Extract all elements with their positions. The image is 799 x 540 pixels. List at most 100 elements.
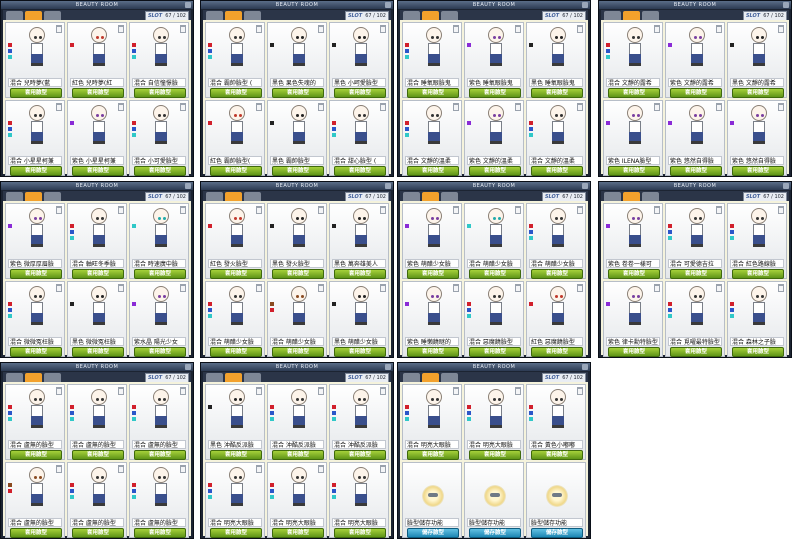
cyan-swatch[interactable] — [467, 314, 471, 318]
apply-face-button[interactable]: 套用臉型 — [469, 347, 521, 357]
red-swatch[interactable] — [730, 224, 734, 228]
apply-face-button[interactable]: 套用臉型 — [10, 166, 62, 176]
red-swatch[interactable] — [8, 121, 12, 125]
trash-icon[interactable] — [256, 387, 262, 395]
cyan-swatch[interactable] — [405, 55, 409, 59]
apply-face-button[interactable]: 套用臉型 — [334, 88, 386, 98]
cyan-swatch[interactable] — [132, 495, 136, 499]
cyan-swatch[interactable] — [730, 314, 734, 318]
apply-face-button[interactable]: 套用臉型 — [72, 269, 124, 279]
cyan-swatch[interactable] — [270, 417, 274, 421]
apply-face-button[interactable]: 套用臉型 — [72, 88, 124, 98]
apply-face-button[interactable]: 套用臉型 — [10, 450, 62, 460]
cyan-swatch[interactable] — [270, 495, 274, 499]
tab-skin[interactable] — [44, 11, 61, 20]
face-card[interactable]: 黑色 睡氧眼臉鬼 套用臉型 — [526, 22, 586, 98]
cyan-swatch[interactable] — [730, 236, 734, 240]
face-card[interactable]: 紫色 悠然自得臉 套用臉型 — [665, 100, 725, 176]
apply-face-button[interactable]: 套用臉型 — [608, 88, 660, 98]
red-swatch[interactable] — [405, 121, 409, 125]
red-swatch[interactable] — [208, 121, 212, 125]
trash-icon[interactable] — [654, 103, 660, 111]
apply-face-button[interactable]: 套用臉型 — [531, 450, 583, 460]
black-swatch[interactable] — [332, 302, 336, 306]
tab-face[interactable] — [25, 373, 42, 382]
trash-icon[interactable] — [180, 103, 186, 111]
apply-face-button[interactable]: 套用臉型 — [210, 528, 262, 538]
apply-face-button[interactable]: 套用臉型 — [72, 450, 124, 460]
purple-swatch[interactable] — [405, 224, 409, 228]
apply-face-button[interactable]: 套用臉型 — [272, 347, 324, 357]
face-card[interactable]: 混合 盧無的臉型 套用臉型 — [5, 462, 65, 538]
face-card[interactable]: 混合 盧無的臉型 套用臉型 — [67, 462, 127, 538]
cyan-swatch[interactable] — [606, 55, 610, 59]
face-card[interactable]: 混合 明亮大眼臉 套用臉型 — [402, 384, 462, 460]
red-swatch[interactable] — [668, 224, 672, 228]
apply-face-button[interactable]: 套用臉型 — [134, 347, 186, 357]
red-swatch[interactable] — [208, 483, 212, 487]
red-swatch[interactable] — [529, 302, 533, 306]
purple-swatch[interactable] — [132, 302, 136, 306]
apply-face-button[interactable]: 套用臉型 — [272, 450, 324, 460]
cyan-swatch[interactable] — [8, 133, 12, 137]
trash-icon[interactable] — [256, 465, 262, 473]
face-card[interactable]: 混合 明亮大眼臉 套用臉型 — [464, 384, 524, 460]
tab-face[interactable] — [25, 192, 42, 201]
cyan-swatch[interactable] — [132, 417, 136, 421]
purple-swatch[interactable] — [405, 302, 409, 306]
close-icon[interactable] — [385, 364, 391, 370]
tab-hair[interactable] — [6, 373, 23, 382]
trash-icon[interactable] — [56, 284, 62, 292]
blue-swatch[interactable] — [332, 411, 336, 415]
trash-icon[interactable] — [577, 25, 583, 33]
black-swatch[interactable] — [208, 405, 212, 409]
apply-face-button[interactable]: 套用臉型 — [407, 269, 459, 279]
face-card[interactable]: 紫色 萌醋少女臉 套用臉型 — [402, 203, 462, 279]
red-swatch[interactable] — [70, 224, 74, 228]
apply-face-button[interactable]: 套用臉型 — [531, 166, 583, 176]
trash-icon[interactable] — [577, 103, 583, 111]
apply-face-button[interactable]: 套用臉型 — [531, 347, 583, 357]
red-swatch[interactable] — [332, 483, 336, 487]
purple-swatch[interactable] — [606, 224, 610, 228]
trash-icon[interactable] — [318, 465, 324, 473]
close-icon[interactable] — [582, 183, 588, 189]
face-card[interactable]: 混合 盧無的臉型 套用臉型 — [129, 384, 189, 460]
apply-face-button[interactable]: 套用臉型 — [72, 528, 124, 538]
close-icon[interactable] — [783, 2, 789, 8]
black-swatch[interactable] — [270, 121, 274, 125]
trash-icon[interactable] — [380, 284, 386, 292]
apply-face-button[interactable]: 套用臉型 — [134, 166, 186, 176]
face-card[interactable]: 紅色 發火臉型 套用臉型 — [205, 203, 265, 279]
apply-face-button[interactable]: 套用臉型 — [407, 450, 459, 460]
apply-face-button[interactable]: 套用臉型 — [469, 269, 521, 279]
blue-swatch[interactable] — [606, 49, 610, 53]
apply-face-button[interactable]: 套用臉型 — [608, 166, 660, 176]
black-swatch[interactable] — [70, 302, 74, 306]
black-swatch[interactable] — [730, 43, 734, 47]
trash-icon[interactable] — [318, 103, 324, 111]
cyan-swatch[interactable] — [70, 495, 74, 499]
tab-skin[interactable] — [244, 192, 261, 201]
apply-face-button[interactable]: 套用臉型 — [407, 347, 459, 357]
blue-swatch[interactable] — [405, 127, 409, 131]
trash-icon[interactable] — [453, 103, 459, 111]
face-card[interactable]: 混合 明亮大眼臉 套用臉型 — [267, 462, 327, 538]
red-swatch[interactable] — [208, 224, 212, 228]
blue-swatch[interactable] — [467, 308, 471, 312]
face-card[interactable]: 紫色 睡氧眼臉鬼 套用臉型 — [464, 22, 524, 98]
tab-hair[interactable] — [6, 192, 23, 201]
apply-face-button[interactable]: 套用臉型 — [531, 88, 583, 98]
face-card[interactable]: 混合 明亮大眼臉 套用臉型 — [329, 462, 389, 538]
apply-face-button[interactable]: 套用臉型 — [134, 269, 186, 279]
blue-swatch[interactable] — [132, 489, 136, 493]
cyan-swatch[interactable] — [208, 495, 212, 499]
apply-face-button[interactable]: 套用臉型 — [608, 347, 660, 357]
cyan-swatch[interactable] — [529, 236, 533, 240]
apply-face-button[interactable]: 套用臉型 — [72, 347, 124, 357]
trash-icon[interactable] — [453, 206, 459, 214]
tab-face[interactable] — [422, 192, 439, 201]
purple-swatch[interactable] — [730, 121, 734, 125]
face-card[interactable]: 混合 兒時夢(藍 套用臉型 — [5, 22, 65, 98]
apply-face-button[interactable]: 套用臉型 — [334, 528, 386, 538]
